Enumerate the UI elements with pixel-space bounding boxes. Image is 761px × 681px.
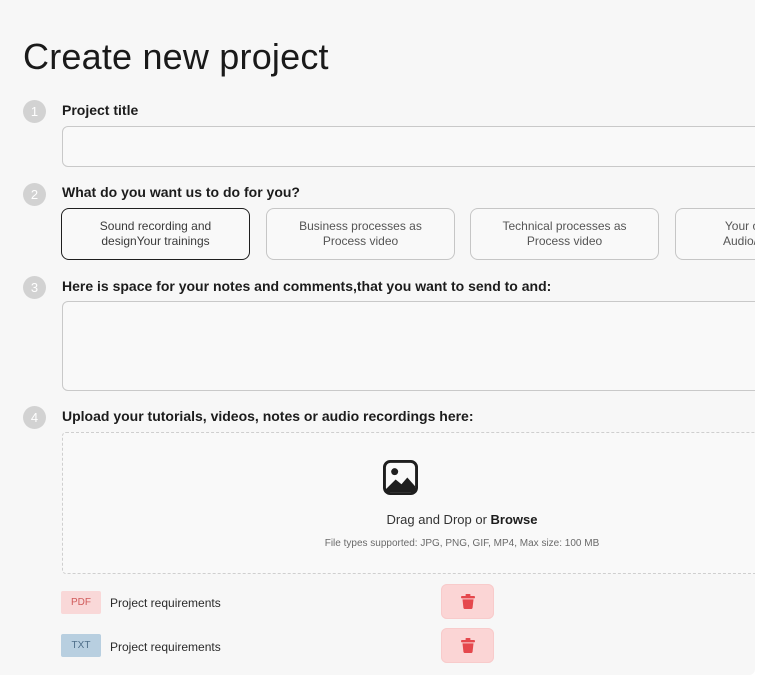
file-name: Project requirements xyxy=(110,640,221,654)
option-audio-video[interactable]: Your or Audio/V xyxy=(675,208,755,260)
option-label: Technical processes as Process video xyxy=(502,219,627,248)
upload-dropzone[interactable] xyxy=(62,432,755,574)
trash-icon xyxy=(460,638,475,653)
option-technical-processes[interactable]: Technical processes as Process video xyxy=(470,208,659,260)
option-business-processes[interactable]: Business processes as Process video xyxy=(266,208,455,260)
notes-textarea[interactable] xyxy=(62,301,755,391)
option-label: Sound recording and designYour trainings xyxy=(99,219,212,248)
file-type-badge: TXT xyxy=(61,634,101,657)
step-2-label: What do you want us to do for you? xyxy=(62,184,300,200)
delete-file-button[interactable] xyxy=(441,584,494,619)
step-1-label: Project title xyxy=(62,102,139,118)
option-label: Business processes as Process video xyxy=(299,219,422,248)
create-project-panel: Create new project 1 Project title 2 Wha… xyxy=(0,0,755,675)
step-1-number: 1 xyxy=(23,100,46,123)
step-4-number: 4 xyxy=(23,406,46,429)
supported-file-types: File types supported: JPG, PNG, GIF, MP4… xyxy=(324,538,600,549)
step-4-label: Upload your tutorials, videos, notes or … xyxy=(62,408,474,424)
drag-drop-label: Drag and Drop or xyxy=(386,512,487,527)
file-name: Project requirements xyxy=(110,596,221,610)
option-label: Your or Audio/V xyxy=(722,219,755,248)
file-type-badge: PDF xyxy=(61,591,101,614)
option-sound-recording[interactable]: Sound recording and designYour trainings xyxy=(61,208,250,260)
step-3-number: 3 xyxy=(23,276,46,299)
page-title: Create new project xyxy=(23,36,329,77)
trash-icon xyxy=(460,594,475,609)
project-title-input[interactable] xyxy=(62,126,755,167)
image-icon xyxy=(383,460,418,495)
dropzone-text: Drag and Drop or Browse xyxy=(62,512,755,527)
step-3-label: Here is space for your notes and comment… xyxy=(62,278,552,294)
delete-file-button[interactable] xyxy=(441,628,494,663)
step-2-number: 2 xyxy=(23,183,46,206)
browse-link[interactable]: Browse xyxy=(491,512,538,527)
